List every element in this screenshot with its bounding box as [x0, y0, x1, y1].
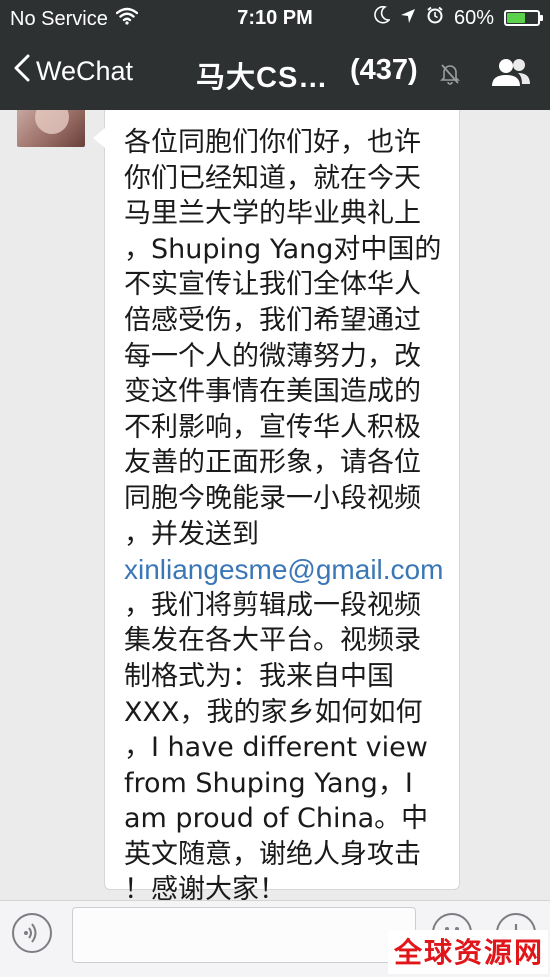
back-label: WeChat [36, 56, 134, 86]
message-line: am proud of China。中 [124, 803, 429, 835]
message-line: 英文随意，谢绝人身攻击 [124, 838, 421, 870]
status-right: 60% [374, 5, 543, 30]
battery-percent: 60% [453, 6, 494, 29]
message-line: 变这件事情在美国造成的 [124, 376, 421, 408]
watermark-text: 全球资源网 [394, 936, 545, 969]
message-line: ，并发送到 [124, 518, 259, 550]
message-text: 各位同胞们你们好，也许 你们已经知道，就在今天 马里兰大学的毕业典礼上 ，Shupin… [124, 125, 456, 908]
battery-fill [507, 13, 525, 23]
wechat-screen: No Service 7:10 PM 60% WeChat 马大CS… (437… [0, 0, 550, 977]
group-members-button[interactable] [490, 56, 532, 93]
chevron-left-icon [14, 54, 30, 89]
battery-tip [540, 15, 543, 21]
member-count: (437) [350, 54, 418, 86]
location-icon [400, 7, 416, 30]
message-line: 制格式为：我来自中国 [124, 660, 394, 692]
battery-icon [504, 10, 543, 26]
message-line: 集发在各大平台。视频录 [124, 625, 421, 657]
email-link[interactable]: xinliangesme@gmail.com [124, 552, 456, 588]
voice-button[interactable] [12, 913, 52, 953]
message-line: 同胞今晚能录一小段视频 [124, 482, 421, 514]
chat-title: 马大CS… [196, 62, 329, 94]
nav-bar: WeChat 马大CS… (437) [0, 36, 550, 110]
message-line: XXX，我的家乡如何如何 [124, 696, 423, 728]
message-line: 不实宣传让我们全体华人 [124, 269, 421, 301]
message-line: 每一个人的微薄努力，改 [124, 340, 421, 372]
message-line: 各位同胞们你们好，也许 [124, 127, 421, 158]
message-line: ，我们将剪辑成一段视频 [124, 589, 421, 621]
message-line: 你们已经知道，就在今天 [124, 162, 421, 194]
message-line: 倍感受伤，我们希望通过 [124, 304, 421, 336]
message-line: 友善的正面形象，请各位 [124, 447, 421, 479]
mute-icon [440, 63, 460, 90]
group-members-icon [490, 59, 532, 92]
avatar[interactable] [17, 110, 85, 147]
alarm-icon [426, 6, 444, 30]
message-line: 马里兰大学的毕业典礼上 [124, 198, 421, 230]
message-line: ，I have different view [124, 732, 428, 764]
bubble-tail [93, 128, 105, 148]
message-line: ，Shuping Yang对中国的 [124, 233, 442, 265]
message-line: from Shuping Yang，I [124, 767, 413, 799]
message-input[interactable] [72, 907, 416, 963]
back-button[interactable]: WeChat [14, 54, 133, 89]
chat-area[interactable]: 各位同胞们你们好，也许 你们已经知道，就在今天 马里兰大学的毕业典礼上 ，Shupin… [0, 110, 550, 905]
moon-icon [374, 5, 391, 30]
status-bar: No Service 7:10 PM 60% [0, 0, 550, 36]
message-line: 不利影响，宣传华人积极 [124, 411, 421, 443]
